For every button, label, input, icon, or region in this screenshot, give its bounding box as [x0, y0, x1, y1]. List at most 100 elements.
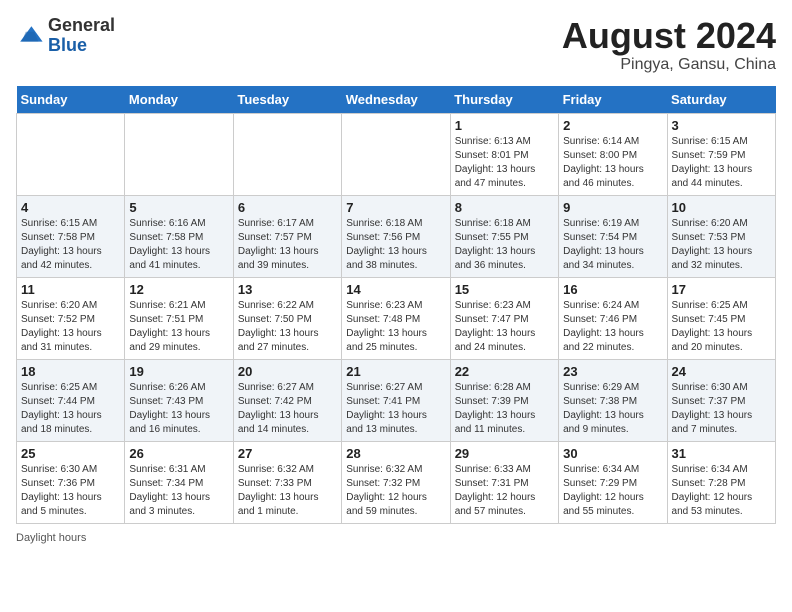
- day-number: 7: [346, 200, 445, 215]
- day-info: Sunrise: 6:33 AM Sunset: 7:31 PM Dayligh…: [455, 463, 554, 519]
- day-of-week-header: Wednesday: [342, 86, 450, 114]
- day-number: 11: [21, 282, 120, 297]
- day-info: Sunrise: 6:19 AM Sunset: 7:54 PM Dayligh…: [563, 217, 662, 273]
- calendar-cell: 18 Sunrise: 6:25 AM Sunset: 7:44 PM Dayli…: [17, 359, 125, 441]
- day-info: Sunrise: 6:13 AM Sunset: 8:01 PM Dayligh…: [455, 135, 554, 191]
- calendar-week-row: 18 Sunrise: 6:25 AM Sunset: 7:44 PM Dayli…: [17, 359, 776, 441]
- calendar-cell: [125, 113, 233, 195]
- day-info: Sunrise: 6:23 AM Sunset: 7:47 PM Dayligh…: [455, 299, 554, 355]
- calendar-cell: 22 Sunrise: 6:28 AM Sunset: 7:39 PM Dayli…: [450, 359, 558, 441]
- day-info: Sunrise: 6:32 AM Sunset: 7:32 PM Dayligh…: [346, 463, 445, 519]
- day-number: 23: [563, 364, 662, 379]
- calendar-week-row: 11 Sunrise: 6:20 AM Sunset: 7:52 PM Dayli…: [17, 277, 776, 359]
- calendar-cell: 20 Sunrise: 6:27 AM Sunset: 7:42 PM Dayli…: [233, 359, 341, 441]
- day-number: 17: [672, 282, 771, 297]
- page-header: General Blue August 2024 Pingya, Gansu, …: [16, 16, 776, 74]
- day-info: Sunrise: 6:34 AM Sunset: 7:28 PM Dayligh…: [672, 463, 771, 519]
- day-info: Sunrise: 6:15 AM Sunset: 7:58 PM Dayligh…: [21, 217, 120, 273]
- calendar-cell: 3Sunrise: 6:15 AM Sunset: 7:59 PM Daylig…: [667, 113, 775, 195]
- day-info: Sunrise: 6:30 AM Sunset: 7:37 PM Dayligh…: [672, 381, 771, 437]
- calendar-cell: [233, 113, 341, 195]
- calendar-cell: 15Sunrise: 6:23 AM Sunset: 7:47 PM Dayli…: [450, 277, 558, 359]
- day-of-week-header: Thursday: [450, 86, 558, 114]
- day-of-week-header: Tuesday: [233, 86, 341, 114]
- day-number: 25: [21, 446, 120, 461]
- day-number: 21: [346, 364, 445, 379]
- calendar-cell: [342, 113, 450, 195]
- day-number: 8: [455, 200, 554, 215]
- calendar-cell: 21 Sunrise: 6:27 AM Sunset: 7:41 PM Dayli…: [342, 359, 450, 441]
- day-info: Sunrise: 6:28 AM Sunset: 7:39 PM Dayligh…: [455, 381, 554, 437]
- day-info: Sunrise: 6:27 AM Sunset: 7:41 PM Dayligh…: [346, 381, 445, 437]
- day-number: 3: [672, 118, 771, 133]
- calendar-cell: 10 Sunrise: 6:20 AM Sunset: 7:53 PM Dayli…: [667, 195, 775, 277]
- calendar-week-row: 4 Sunrise: 6:15 AM Sunset: 7:58 PM Daylig…: [17, 195, 776, 277]
- calendar-cell: 30 Sunrise: 6:34 AM Sunset: 7:29 PM Dayli…: [559, 441, 667, 523]
- day-info: Sunrise: 6:25 AM Sunset: 7:44 PM Dayligh…: [21, 381, 120, 437]
- day-number: 20: [238, 364, 337, 379]
- day-info: Sunrise: 6:34 AM Sunset: 7:29 PM Dayligh…: [563, 463, 662, 519]
- calendar-cell: 16Sunrise: 6:24 AM Sunset: 7:46 PM Dayli…: [559, 277, 667, 359]
- day-info: Sunrise: 6:25 AM Sunset: 7:45 PM Dayligh…: [672, 299, 771, 355]
- calendar-cell: 28 Sunrise: 6:32 AM Sunset: 7:32 PM Dayli…: [342, 441, 450, 523]
- day-number: 28: [346, 446, 445, 461]
- day-number: 6: [238, 200, 337, 215]
- calendar-cell: 4 Sunrise: 6:15 AM Sunset: 7:58 PM Daylig…: [17, 195, 125, 277]
- calendar-cell: 7 Sunrise: 6:18 AM Sunset: 7:56 PM Daylig…: [342, 195, 450, 277]
- logo-text-general: General: [48, 15, 115, 35]
- day-info: Sunrise: 6:32 AM Sunset: 7:33 PM Dayligh…: [238, 463, 337, 519]
- day-info: Sunrise: 6:27 AM Sunset: 7:42 PM Dayligh…: [238, 381, 337, 437]
- calendar-cell: 14Sunrise: 6:23 AM Sunset: 7:48 PM Dayli…: [342, 277, 450, 359]
- day-of-week-header: Friday: [559, 86, 667, 114]
- day-info: Sunrise: 6:23 AM Sunset: 7:48 PM Dayligh…: [346, 299, 445, 355]
- calendar-week-row: 1 Sunrise: 6:13 AM Sunset: 8:01 PM Daylig…: [17, 113, 776, 195]
- day-info: Sunrise: 6:17 AM Sunset: 7:57 PM Dayligh…: [238, 217, 337, 273]
- day-number: 5: [129, 200, 228, 215]
- day-info: Sunrise: 6:20 AM Sunset: 7:53 PM Dayligh…: [672, 217, 771, 273]
- day-number: 10: [672, 200, 771, 215]
- footer: Daylight hours: [16, 532, 776, 544]
- day-of-week-header: Sunday: [17, 86, 125, 114]
- day-number: 29: [455, 446, 554, 461]
- day-number: 31: [672, 446, 771, 461]
- day-number: 16: [563, 282, 662, 297]
- day-info: Sunrise: 6:31 AM Sunset: 7:34 PM Dayligh…: [129, 463, 228, 519]
- day-info: Sunrise: 6:29 AM Sunset: 7:38 PM Dayligh…: [563, 381, 662, 437]
- day-info: Sunrise: 6:20 AM Sunset: 7:52 PM Dayligh…: [21, 299, 120, 355]
- logo: General Blue: [16, 16, 115, 56]
- logo-text-blue: Blue: [48, 35, 87, 55]
- day-number: 13: [238, 282, 337, 297]
- day-of-week-header: Monday: [125, 86, 233, 114]
- calendar-cell: 29 Sunrise: 6:33 AM Sunset: 7:31 PM Dayli…: [450, 441, 558, 523]
- day-number: 1: [455, 118, 554, 133]
- calendar-cell: 5 Sunrise: 6:16 AM Sunset: 7:58 PM Daylig…: [125, 195, 233, 277]
- calendar-cell: 8 Sunrise: 6:18 AM Sunset: 7:55 PM Daylig…: [450, 195, 558, 277]
- day-info: Sunrise: 6:16 AM Sunset: 7:58 PM Dayligh…: [129, 217, 228, 273]
- calendar-cell: 24 Sunrise: 6:30 AM Sunset: 7:37 PM Dayli…: [667, 359, 775, 441]
- day-number: 24: [672, 364, 771, 379]
- day-info: Sunrise: 6:14 AM Sunset: 8:00 PM Dayligh…: [563, 135, 662, 191]
- day-number: 26: [129, 446, 228, 461]
- calendar-cell: 12Sunrise: 6:21 AM Sunset: 7:51 PM Dayli…: [125, 277, 233, 359]
- calendar-cell: 2Sunrise: 6:14 AM Sunset: 8:00 PM Daylig…: [559, 113, 667, 195]
- calendar-title: August 2024: [562, 16, 776, 56]
- calendar-cell: 9Sunrise: 6:19 AM Sunset: 7:54 PM Daylig…: [559, 195, 667, 277]
- logo-icon: [16, 22, 44, 50]
- calendar-table: SundayMondayTuesdayWednesdayThursdayFrid…: [16, 86, 776, 524]
- calendar-week-row: 25 Sunrise: 6:30 AM Sunset: 7:36 PM Dayli…: [17, 441, 776, 523]
- day-info: Sunrise: 6:26 AM Sunset: 7:43 PM Dayligh…: [129, 381, 228, 437]
- calendar-cell: 11 Sunrise: 6:20 AM Sunset: 7:52 PM Dayli…: [17, 277, 125, 359]
- day-number: 30: [563, 446, 662, 461]
- day-number: 19: [129, 364, 228, 379]
- day-info: Sunrise: 6:18 AM Sunset: 7:55 PM Dayligh…: [455, 217, 554, 273]
- day-info: Sunrise: 6:18 AM Sunset: 7:56 PM Dayligh…: [346, 217, 445, 273]
- day-number: 12: [129, 282, 228, 297]
- day-number: 18: [21, 364, 120, 379]
- calendar-cell: 27Sunrise: 6:32 AM Sunset: 7:33 PM Dayli…: [233, 441, 341, 523]
- day-number: 4: [21, 200, 120, 215]
- calendar-cell: 23 Sunrise: 6:29 AM Sunset: 7:38 PM Dayli…: [559, 359, 667, 441]
- day-number: 22: [455, 364, 554, 379]
- day-info: Sunrise: 6:30 AM Sunset: 7:36 PM Dayligh…: [21, 463, 120, 519]
- calendar-subtitle: Pingya, Gansu, China: [562, 56, 776, 74]
- calendar-header: SundayMondayTuesdayWednesdayThursdayFrid…: [17, 86, 776, 114]
